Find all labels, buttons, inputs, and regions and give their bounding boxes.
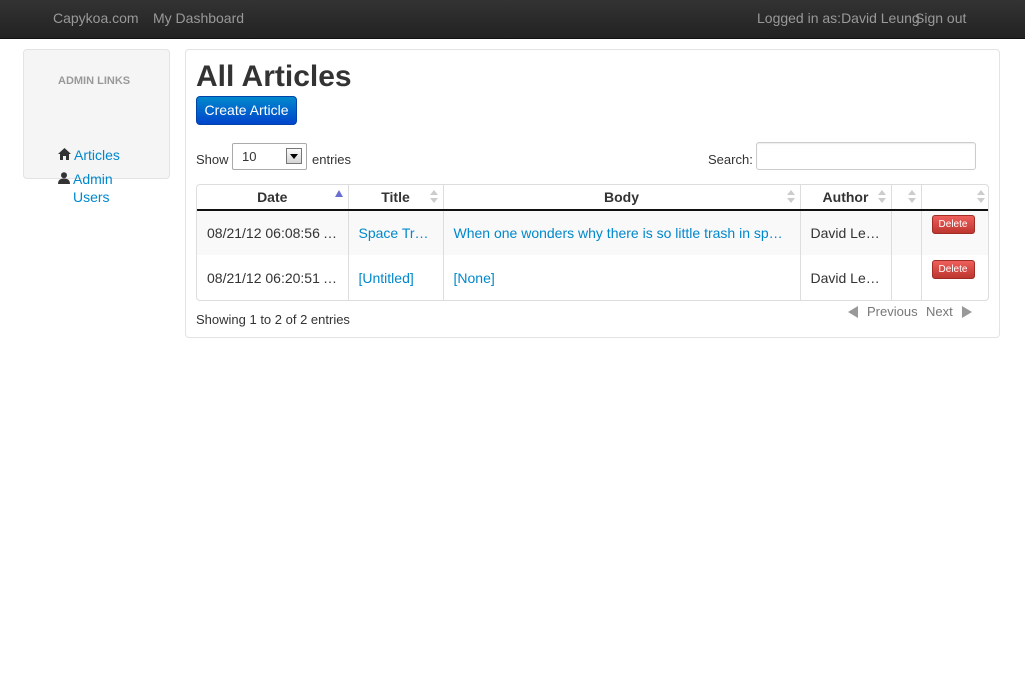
logged-in-text: Logged in as:David Leung: [757, 10, 920, 26]
table-row: 08/21/12 06:08:56 AM Space Trash When on…: [197, 210, 988, 255]
sort-icon: [786, 190, 795, 205]
sort-icon: [429, 190, 438, 205]
article-title-link[interactable]: Space Trash: [348, 210, 444, 255]
cell-actions: Delete: [921, 255, 988, 300]
search-label: Search:: [708, 152, 753, 167]
entries-per-page-value: 10: [242, 149, 257, 164]
previous-page-button[interactable]: Previous: [848, 304, 918, 319]
admin-sidebar: ADMIN LINKS Articles Admin Users: [23, 49, 170, 205]
cell-actions: Delete: [921, 210, 988, 255]
sign-out-link[interactable]: Sign out: [915, 10, 966, 26]
page-title: All Articles: [196, 60, 352, 93]
article-title-link[interactable]: [Untitled]: [348, 255, 444, 300]
sort-icon: [877, 190, 886, 205]
entries-label: entries: [312, 152, 352, 167]
sidebar-item-label: Admin Users: [73, 171, 113, 205]
column-header-title[interactable]: Title: [348, 185, 444, 211]
home-icon: [58, 148, 71, 160]
cell-author: David Leung: [800, 255, 892, 300]
arrow-right-icon: [961, 305, 972, 318]
next-page-button[interactable]: Next: [926, 304, 972, 319]
article-body-link[interactable]: [None]: [443, 255, 801, 300]
search-input[interactable]: [756, 142, 976, 170]
article-body-link[interactable]: When one wonders why there is so little …: [443, 210, 801, 255]
cell-blank: [891, 210, 922, 255]
arrow-left-icon: [848, 305, 858, 318]
table-row: 08/21/12 06:20:51 AM [Untitled] [None] D…: [197, 255, 988, 300]
sidebar-header: ADMIN LINKS: [58, 75, 131, 87]
sidebar-item-admin-users[interactable]: Admin Users: [58, 170, 138, 206]
show-label: Show: [196, 152, 229, 167]
cell-date: 08/21/12 06:08:56 AM: [197, 210, 349, 255]
delete-button[interactable]: Delete: [931, 259, 975, 279]
chevron-down-icon[interactable]: [286, 148, 302, 164]
create-article-button[interactable]: Create Article: [196, 96, 297, 125]
nav-my-dashboard[interactable]: My Dashboard: [153, 10, 244, 26]
previous-label: Previous: [867, 304, 918, 319]
main-content: All Articles Create Article Show 10 entr…: [185, 49, 1000, 338]
table-header-row: Date Title Body Author: [197, 185, 988, 211]
cell-date: 08/21/12 06:20:51 AM: [197, 255, 349, 300]
delete-button[interactable]: Delete: [931, 215, 975, 234]
column-header-author[interactable]: Author: [800, 185, 892, 211]
sort-icon: [977, 190, 985, 205]
table-info: Showing 1 to 2 of 2 entries: [196, 312, 350, 327]
top-navbar: Capykoa.com My Dashboard Logged in as:Da…: [0, 0, 1025, 39]
sidebar-item-label: Articles: [74, 147, 120, 163]
cell-author: David Leung: [800, 210, 892, 255]
articles-table: Date Title Body Author 08/21/12 06:08:56…: [196, 184, 989, 301]
next-label: Next: [926, 304, 953, 319]
column-header-body[interactable]: Body: [443, 185, 801, 211]
sidebar-item-articles[interactable]: Articles: [58, 146, 120, 164]
column-header-blank[interactable]: [891, 185, 922, 211]
column-header-actions[interactable]: [921, 185, 988, 211]
entries-per-page-select[interactable]: 10: [232, 143, 307, 170]
brand-link[interactable]: Capykoa.com: [53, 10, 139, 26]
sort-icon: [907, 190, 916, 205]
column-header-date[interactable]: Date: [197, 185, 349, 211]
cell-blank: [891, 255, 922, 300]
sort-ascending-icon: [334, 190, 343, 205]
user-icon: [58, 172, 70, 184]
